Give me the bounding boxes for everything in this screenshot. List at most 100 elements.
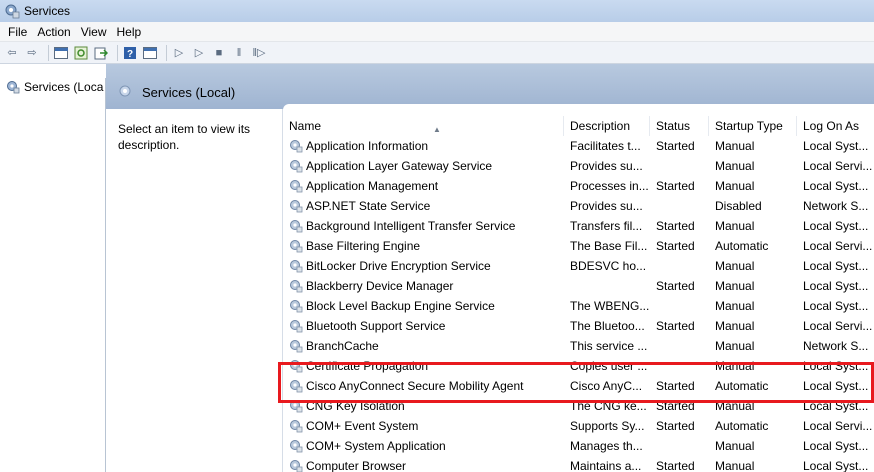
back-icon[interactable]: ⇦ [4,45,20,61]
service-gear-icon [290,340,303,353]
table-row[interactable]: COM+ Event System Supports Sy... Started Au… [283,416,874,436]
table-row[interactable]: BranchCache This service ... Manual Network… [283,336,874,356]
table-row[interactable]: Application Information Facilitates t... S… [283,136,874,156]
cell-startup-type: Disabled [715,196,797,216]
panel-header: Services (Local) [106,64,874,109]
cell-startup-type-text: Manual [715,319,755,333]
help-icon[interactable]: ? [122,45,138,61]
service-gear-icon [290,220,303,233]
cell-status-text: Started [656,239,695,253]
properties-icon[interactable] [142,45,158,61]
column-header-status[interactable]: Status [650,116,709,136]
cell-description-text: Transfers fil... [570,219,643,233]
cell-status-text: Started [656,379,695,393]
cell-startup-type-text: Manual [715,299,755,313]
cell-status-text: Started [656,419,695,433]
column-header-startup-type[interactable]: Startup Type [709,116,797,136]
table-row[interactable]: Application Layer Gateway Service Provide… [283,156,874,176]
cell-log-on-as-text: Local Servi... [803,419,873,433]
menu-file[interactable]: File [8,25,27,39]
cell-name: Block Level Backup Engine Service [289,296,564,316]
resume-icon[interactable]: ‖▷ [251,45,267,61]
toolbar-separator [117,44,118,61]
export-icon[interactable] [93,45,109,61]
cell-startup-type: Manual [715,396,797,416]
cell-name-text: Cisco AnyConnect Secure Mobility Agent [306,379,524,393]
cell-log-on-as-text: Local Syst... [803,259,869,273]
column-header-name[interactable]: Name ▲ [283,116,564,136]
cell-name-text: CNG Key Isolation [306,399,405,413]
table-row[interactable]: ASP.NET State Service Provides su... Disab… [283,196,874,216]
table-row[interactable]: BitLocker Drive Encryption Service BDESVC… [283,256,874,276]
cell-log-on-as-text: Local Syst... [803,299,869,313]
stop-icon[interactable]: ■ [211,45,227,61]
cell-startup-type: Manual [715,436,797,456]
cell-log-on-as: Local Servi... [803,416,874,436]
menu-view[interactable]: View [81,25,107,39]
service-gear-icon [290,440,303,453]
cell-startup-type-text: Manual [715,259,755,273]
table-row[interactable]: Block Level Backup Engine Service The WBE… [283,296,874,316]
cell-startup-type: Manual [715,156,797,176]
column-header-description[interactable]: Description [564,116,650,136]
cell-description-text: Supports Sy... [570,419,645,433]
cell-name-text: Block Level Backup Engine Service [306,299,495,313]
cell-startup-type-text: Automatic [715,239,769,253]
cell-status [656,356,709,376]
cell-description: Manages th... [570,436,650,456]
cell-description-text: The CNG ke... [570,399,647,413]
cell-startup-type-text: Manual [715,359,755,373]
service-gear-icon [290,240,303,253]
cell-description: Supports Sy... [570,416,650,436]
services-gear-icon [119,85,131,97]
cell-log-on-as: Local Syst... [803,256,874,276]
tree-item-services-local[interactable]: Services (Loca [0,78,105,94]
cell-status: Started [656,176,709,196]
service-gear-icon [290,200,303,213]
cell-log-on-as-text: Local Syst... [803,399,869,413]
cell-name: Application Management [289,176,564,196]
forward-icon[interactable]: ⇨ [24,45,40,61]
table-row[interactable]: Cisco AnyConnect Secure Mobility Agent Ci… [283,376,874,396]
menu-help[interactable]: Help [117,25,142,39]
cell-status [656,196,709,216]
table-row[interactable]: Background Intelligent Transfer Service T… [283,216,874,236]
start-icon[interactable]: ▷ [171,45,187,61]
table-row[interactable]: Base Filtering Engine The Base Fil... Star… [283,236,874,256]
table-row[interactable]: COM+ System Application Manages th... Manu… [283,436,874,456]
column-header-log-on-as[interactable]: Log On As [797,116,874,136]
table-row[interactable]: Certificate Propagation Copies user ... Ma… [283,356,874,376]
cell-name-text: Certificate Propagation [306,359,429,373]
cell-startup-type: Manual [715,296,797,316]
cell-description-text: Copies user ... [570,359,648,373]
title-bar: Services [0,0,874,22]
cell-name: BranchCache [289,336,564,356]
table-row[interactable]: CNG Key Isolation The CNG ke... Started Man… [283,396,874,416]
table-row[interactable]: Bluetooth Support Service The Bluetoo... S… [283,316,874,336]
cell-startup-type: Manual [715,276,797,296]
cell-name: ASP.NET State Service [289,196,564,216]
cell-log-on-as: Local Syst... [803,356,874,376]
cell-status: Started [656,396,709,416]
service-gear-icon [290,420,303,433]
pause-icon[interactable]: ‖ [231,45,247,61]
cell-status: Started [656,136,709,156]
cell-name: Application Layer Gateway Service [289,156,564,176]
cell-startup-type: Manual [715,136,797,156]
menu-action[interactable]: Action [37,25,70,39]
cell-log-on-as-text: Local Servi... [803,159,873,173]
table-row[interactable]: Application Management Processes in... Sta… [283,176,874,196]
start-alt-icon[interactable]: ▷ [191,45,207,61]
table-row[interactable]: Computer Browser Maintains a... Started Man… [283,456,874,472]
cell-name: Bluetooth Support Service [289,316,564,336]
show-console-tree-icon[interactable] [53,45,69,61]
table-row[interactable]: Blackberry Device Manager Started Manual Lo… [283,276,874,296]
cell-log-on-as-text: Local Syst... [803,379,869,393]
cell-name: Certificate Propagation [289,356,564,376]
cell-log-on-as: Local Syst... [803,296,874,316]
cell-description-text: BDESVC ho... [570,259,647,273]
refresh-icon[interactable] [73,45,89,61]
cell-name-text: COM+ Event System [306,419,419,433]
cell-description-text: Maintains a... [570,459,642,472]
cell-log-on-as-text: Local Syst... [803,459,869,472]
